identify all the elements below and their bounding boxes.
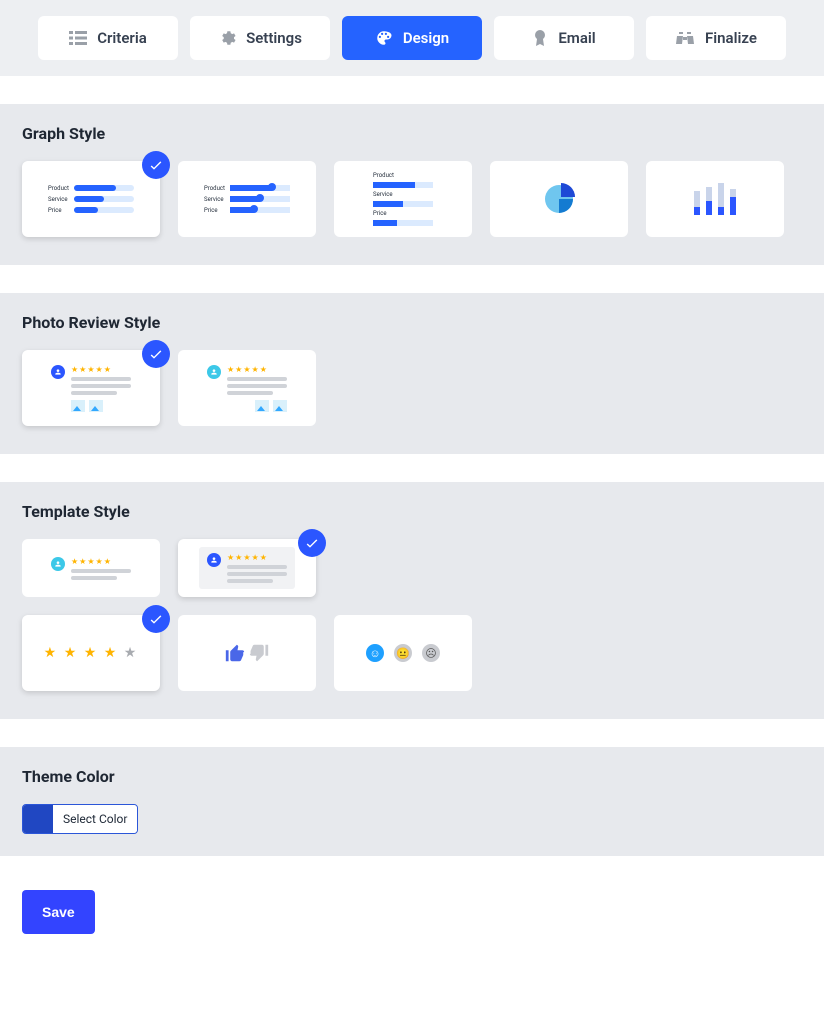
preview-label: Price (204, 207, 226, 214)
save-section: Save (0, 868, 824, 956)
palette-icon (375, 29, 393, 47)
preview-label: Product (373, 172, 394, 179)
photo-review-option-b[interactable]: ★★★★★ (178, 350, 316, 426)
photo-review-option-a[interactable]: ★★★★★ (22, 350, 160, 426)
rating-option-thumbs[interactable] (178, 615, 316, 691)
preview-label: Price (48, 207, 70, 214)
tab-label: Criteria (97, 29, 147, 47)
tab-label: Design (403, 29, 449, 47)
preview-label: Product (204, 185, 226, 192)
section-theme-color: Theme Color Select Color (0, 747, 824, 856)
color-swatch (23, 805, 53, 833)
section-graph-style: Graph Style Product Service Price Produc… (0, 104, 824, 265)
tab-label: Email (558, 29, 595, 47)
section-title: Graph Style (22, 124, 802, 143)
stars-icon: ★★★★★ (227, 553, 287, 562)
save-button[interactable]: Save (22, 890, 95, 934)
graph-style-option-dot-bars[interactable]: Product Service Price (178, 161, 316, 237)
tab-label: Settings (246, 29, 302, 47)
list-icon (69, 29, 87, 47)
stars-icon: ★ ★ ★ ★ ★ (44, 645, 139, 661)
gear-icon (218, 29, 236, 47)
preview-label: Product (48, 185, 70, 192)
check-icon (298, 529, 326, 557)
award-icon (532, 29, 548, 47)
section-title: Theme Color (22, 767, 802, 786)
graph-style-option-square-bars[interactable]: Product Service Price (334, 161, 472, 237)
preview-label: Price (373, 210, 387, 217)
theme-color-picker[interactable]: Select Color (22, 804, 138, 834)
section-template-style: Template Style ★★★★★ ★★★★★ ★ ★ ★ ★ ★ (0, 482, 824, 719)
graph-style-option-column[interactable] (646, 161, 784, 237)
tab-settings[interactable]: Settings (190, 16, 330, 60)
tab-design[interactable]: Design (342, 16, 482, 60)
section-title: Photo Review Style (22, 313, 802, 332)
tab-criteria[interactable]: Criteria (38, 16, 178, 60)
template-option-blue-avatar[interactable]: ★★★★★ (178, 539, 316, 597)
avatar-icon (207, 365, 221, 379)
binoculars-icon (675, 30, 695, 46)
section-photo-review-style: Photo Review Style ★★★★★ ★★★★★ (0, 293, 824, 454)
emoji-icon: ☺ 😐 ☹ (366, 644, 440, 662)
photo-thumb-icon (89, 400, 103, 412)
design-panel: Graph Style Product Service Price Produc… (0, 104, 824, 956)
preview-label: Service (373, 191, 393, 198)
template-option-cyan-avatar[interactable]: ★★★★★ (22, 539, 160, 597)
check-icon (142, 340, 170, 368)
color-picker-label: Select Color (53, 805, 137, 833)
avatar-icon (51, 365, 65, 379)
preview-label: Service (204, 196, 226, 203)
pie-icon (541, 181, 577, 217)
thumbs-icon (224, 642, 270, 664)
tab-finalize[interactable]: Finalize (646, 16, 786, 60)
photo-thumb-icon (71, 400, 85, 412)
rating-option-stars[interactable]: ★ ★ ★ ★ ★ (22, 615, 160, 691)
photo-thumb-icon (273, 400, 287, 412)
avatar-icon (51, 557, 65, 571)
graph-style-option-pie[interactable] (490, 161, 628, 237)
stars-icon: ★★★★★ (227, 365, 287, 374)
section-title: Template Style (22, 502, 802, 521)
check-icon (142, 151, 170, 179)
rating-option-emoji[interactable]: ☺ 😐 ☹ (334, 615, 472, 691)
check-icon (142, 605, 170, 633)
stars-icon: ★★★★★ (71, 365, 131, 374)
graph-style-option-rounded-bars[interactable]: Product Service Price (22, 161, 160, 237)
tab-label: Finalize (705, 29, 757, 47)
avatar-icon (207, 553, 221, 567)
stars-icon: ★★★★★ (71, 557, 131, 566)
top-tab-bar: Criteria Settings Design Email Finalize (0, 0, 824, 76)
tab-email[interactable]: Email (494, 16, 634, 60)
column-chart-icon (690, 181, 740, 217)
photo-thumb-icon (255, 400, 269, 412)
preview-label: Service (48, 196, 70, 203)
